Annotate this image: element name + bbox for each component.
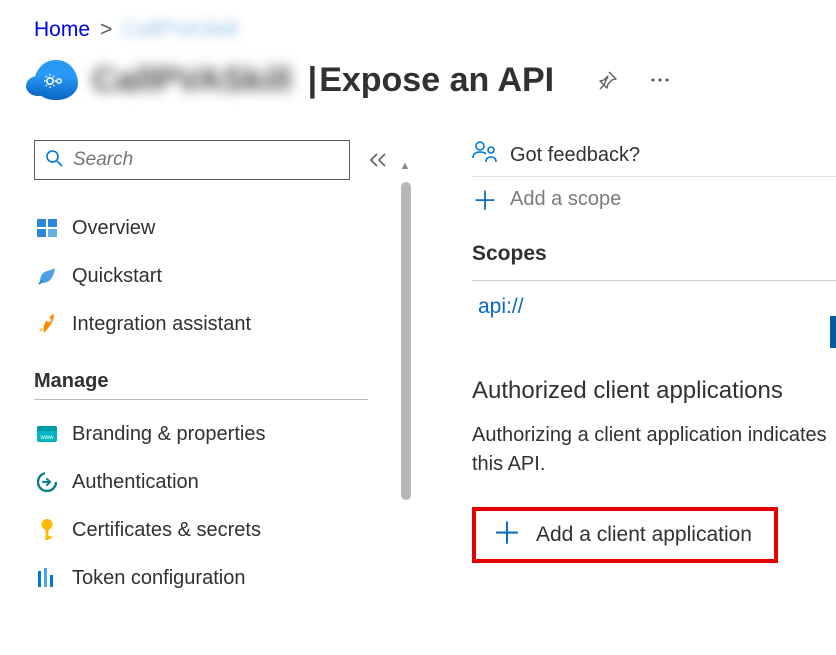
sidebar-item-label: Authentication [72, 471, 199, 494]
sidebar-item-label: Quickstart [72, 265, 162, 288]
scopes-header: Scopes [472, 242, 836, 266]
page-title-row: CallPVASkill | Expose an API [34, 60, 836, 100]
pin-icon[interactable] [592, 64, 624, 96]
sidebar-scrollbar[interactable]: ▲ [398, 140, 412, 602]
scrollbar-thumb[interactable] [401, 182, 411, 500]
collapse-sidebar-icon[interactable] [364, 146, 392, 174]
add-scope-label: Add a scope [510, 188, 621, 211]
sidebar-item-label: Token configuration [72, 567, 245, 590]
page-title: Expose an API [319, 61, 554, 100]
sidebar-item-label: Certificates & secrets [72, 519, 261, 542]
scroll-up-icon[interactable]: ▲ [398, 160, 412, 172]
sidebar-item-quickstart[interactable]: Quickstart [34, 252, 392, 300]
sidebar-item-token[interactable]: Token configuration [34, 554, 392, 602]
sidebar-item-branding[interactable]: www Branding & properties [34, 410, 392, 458]
token-icon [36, 567, 58, 589]
authorized-apps-title: Authorized client applications [472, 377, 836, 405]
add-scope-button[interactable]: ＋ Add a scope [472, 176, 836, 218]
app-registration-icon [34, 60, 78, 100]
sidebar-item-certificates[interactable]: Certificates & secrets [34, 506, 392, 554]
svg-text:www: www [40, 435, 55, 441]
sidebar-item-authentication[interactable]: Authentication [34, 458, 392, 506]
sidebar-section-manage: Manage [34, 370, 392, 393]
quickstart-icon [36, 265, 58, 287]
branding-icon: www [36, 423, 58, 445]
add-client-label: Add a client application [536, 523, 752, 547]
page-title-appname: CallPVASkill [92, 61, 292, 100]
sidebar-divider [34, 399, 368, 400]
page-title-separator: | [308, 61, 318, 100]
breadcrumb-home[interactable]: Home [34, 18, 90, 42]
search-icon [45, 149, 63, 171]
breadcrumb-separator: > [100, 18, 112, 42]
more-icon[interactable] [644, 64, 676, 96]
sidebar: Overview Quickstart [34, 140, 392, 602]
feedback-button[interactable]: Got feedback? [472, 140, 836, 170]
plus-icon: ＋ [492, 523, 522, 547]
sidebar-item-label: Integration assistant [72, 313, 251, 336]
authorized-apps-description: Authorizing a client application indicat… [472, 421, 836, 479]
search-input[interactable] [71, 148, 339, 172]
breadcrumb: Home > CallPVASkill [34, 18, 836, 42]
search-input-container[interactable] [34, 140, 350, 180]
breadcrumb-current[interactable]: CallPVASkill [122, 18, 237, 42]
add-client-application-button[interactable]: ＋ Add a client application [472, 507, 778, 563]
certificates-icon [36, 519, 58, 541]
main-content: Got feedback? ＋ Add a scope Scopes api:/… [416, 140, 836, 563]
right-edge-indicator [830, 316, 836, 348]
sidebar-item-integration[interactable]: Integration assistant [34, 300, 392, 348]
sidebar-item-label: Overview [72, 217, 155, 240]
integration-icon [36, 313, 58, 335]
feedback-label: Got feedback? [510, 144, 640, 167]
scopes-list: api:// [472, 280, 836, 319]
sidebar-item-overview[interactable]: Overview [34, 204, 392, 252]
scope-link[interactable]: api:// [478, 295, 524, 318]
feedback-icon [472, 140, 498, 170]
plus-icon: ＋ [472, 181, 498, 218]
authentication-icon [36, 471, 58, 493]
sidebar-item-label: Branding & properties [72, 423, 265, 446]
overview-icon [36, 217, 58, 239]
